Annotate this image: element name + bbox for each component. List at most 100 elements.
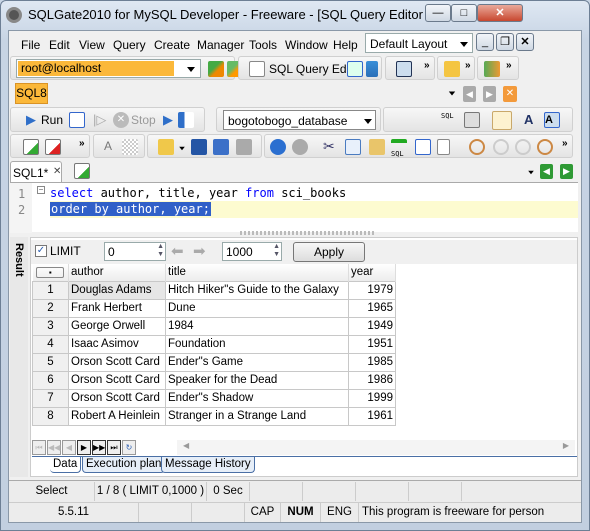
- cell-year[interactable]: 1986: [348, 370, 396, 390]
- limit-count-input[interactable]: 1000 ▲ ▼: [222, 242, 282, 261]
- table-row[interactable]: 8 Robert A Heinlein Stranger in a Strange …: [32, 406, 396, 426]
- prev-page-button[interactable]: ◀◀: [47, 440, 61, 455]
- paste-icon[interactable]: [369, 139, 385, 155]
- pattern-icon[interactable]: [122, 139, 138, 155]
- insert-sql-icon[interactable]: SQL: [391, 139, 407, 158]
- overflow-icon[interactable]: »: [424, 60, 430, 71]
- copy-icon[interactable]: [345, 139, 361, 155]
- table-row[interactable]: 6 Orson Scott Card Speaker for the Dead 198…: [32, 370, 396, 390]
- find-icon[interactable]: [469, 139, 485, 155]
- mdi-close-button[interactable]: ✕: [516, 33, 534, 51]
- redo-icon[interactable]: [292, 139, 308, 155]
- cell-year[interactable]: 1951: [348, 334, 396, 354]
- chevron-down-icon[interactable]: [179, 146, 185, 151]
- cell-author[interactable]: Orson Scott Card: [68, 352, 166, 372]
- arrow-right-icon[interactable]: ➡: [193, 242, 206, 260]
- table-row[interactable]: 5 Orson Scott Card Ender"s Game 1985: [32, 352, 396, 372]
- cell-title[interactable]: Dune: [165, 298, 349, 318]
- arrow-left-icon[interactable]: ⬅: [171, 242, 184, 260]
- overflow-icon[interactable]: »: [506, 60, 512, 71]
- cell-author[interactable]: George Orwell: [68, 316, 166, 336]
- table-row[interactable]: 3 George Orwell 1984 1949: [32, 316, 396, 336]
- cut-icon[interactable]: ✂: [323, 138, 335, 155]
- cell-year[interactable]: 1949: [348, 316, 396, 336]
- menu-manager[interactable]: Manager: [197, 38, 244, 52]
- refresh-button[interactable]: ↻: [122, 440, 136, 455]
- next-record-button[interactable]: ▶: [77, 440, 91, 455]
- last-record-button[interactable]: ⏭: [107, 440, 121, 455]
- sql-format-icon[interactable]: SQL: [441, 112, 457, 128]
- database-select[interactable]: bogotobogo_database: [223, 110, 376, 130]
- cell-year[interactable]: 1985: [348, 352, 396, 372]
- users-icon[interactable]: [484, 61, 500, 77]
- fold-icon[interactable]: −: [37, 186, 45, 194]
- stop-button[interactable]: Stop: [131, 113, 156, 127]
- menu-file[interactable]: File: [21, 38, 40, 52]
- cell-author[interactable]: Robert A Heinlein: [68, 406, 166, 426]
- close-icon[interactable]: ✕: [53, 166, 61, 177]
- cell-author[interactable]: Frank Herbert: [68, 298, 166, 318]
- layout-select[interactable]: Default Layout: [365, 33, 473, 53]
- next-page-button[interactable]: ▶▶: [92, 440, 106, 455]
- open-folder-icon[interactable]: [158, 139, 174, 155]
- run-current-icon[interactable]: [69, 112, 85, 128]
- cell-year[interactable]: 1979: [348, 280, 396, 300]
- cell-author[interactable]: Orson Scott Card: [68, 370, 166, 390]
- overflow-icon[interactable]: »: [79, 138, 85, 149]
- close-button[interactable]: ✕: [477, 4, 523, 22]
- select-all-corner[interactable]: ▪: [32, 264, 69, 281]
- save-as-icon[interactable]: [213, 139, 229, 155]
- result-side-tab[interactable]: Result: [10, 237, 28, 477]
- maximize-button[interactable]: □: [451, 4, 477, 22]
- spinner-icon[interactable]: ▲ ▼: [157, 243, 164, 259]
- tab-prev-button[interactable]: ◀: [463, 86, 476, 102]
- cell-year[interactable]: 1961: [348, 406, 396, 426]
- explain-icon[interactable]: [178, 112, 194, 128]
- menu-create[interactable]: Create: [154, 38, 190, 52]
- table-row[interactable]: 2 Frank Herbert Dune 1965: [32, 298, 396, 318]
- menu-help[interactable]: Help: [333, 38, 358, 52]
- table-row[interactable]: 7 Orson Scott Card Ender"s Shadow 1999: [32, 388, 396, 408]
- splitter-handle[interactable]: [240, 231, 375, 235]
- menu-view[interactable]: View: [79, 38, 105, 52]
- prev-tab-button[interactable]: ◀: [540, 164, 553, 179]
- menu-query[interactable]: Query: [113, 38, 146, 52]
- cell-title[interactable]: 1984: [165, 316, 349, 336]
- find-next-icon[interactable]: [493, 139, 509, 155]
- cell-author[interactable]: Douglas Adams: [68, 280, 166, 300]
- menu-edit[interactable]: Edit: [49, 38, 70, 52]
- column-header-title[interactable]: title: [165, 264, 349, 281]
- add-tab-icon[interactable]: [74, 163, 90, 179]
- prev-record-button[interactable]: ◀: [62, 440, 76, 455]
- sql-script-icon[interactable]: [464, 112, 480, 128]
- run-button[interactable]: Run: [41, 113, 63, 127]
- apply-button[interactable]: Apply: [293, 242, 365, 262]
- tab-execution-plan[interactable]: Execution plan: [82, 457, 166, 473]
- cell-title[interactable]: Stranger in a Strange Land: [165, 406, 349, 426]
- find-all-icon[interactable]: [515, 139, 531, 155]
- select-all-icon[interactable]: [415, 139, 431, 155]
- sql-editor[interactable]: 1 2 − select author, title, year from sc…: [10, 182, 578, 233]
- table-row[interactable]: 4 Isaac Asimov Foundation 1951: [32, 334, 396, 354]
- font-icon[interactable]: A: [524, 112, 540, 128]
- replace-icon[interactable]: [537, 139, 553, 155]
- close-tab-icon[interactable]: [45, 139, 61, 155]
- tab-sql1[interactable]: SQL1* ✕: [10, 161, 62, 182]
- tab-message-history[interactable]: Message History: [161, 457, 255, 473]
- overflow-icon[interactable]: »: [465, 60, 471, 71]
- session-tab-sql8[interactable]: SQL8: [15, 83, 48, 104]
- cell-author[interactable]: Orson Scott Card: [68, 388, 166, 408]
- cell-title[interactable]: Speaker for the Dead: [165, 370, 349, 390]
- schema-icon[interactable]: [347, 61, 363, 77]
- cell-title[interactable]: Hitch Hiker"s Guide to the Galaxy: [165, 280, 349, 300]
- minimize-button[interactable]: —: [425, 4, 451, 22]
- next-tab-button[interactable]: ▶: [560, 164, 573, 179]
- menu-tools[interactable]: Tools: [249, 38, 277, 52]
- offset-input[interactable]: 0 ▲ ▼: [104, 242, 166, 261]
- connection-select[interactable]: root@localhost: [16, 59, 201, 78]
- font-color-icon[interactable]: A: [544, 112, 560, 128]
- first-record-button[interactable]: ⏮: [32, 440, 46, 455]
- table-row[interactable]: 1 Douglas Adams Hitch Hiker"s Guide to the…: [32, 280, 396, 300]
- spinner-icon[interactable]: ▲ ▼: [273, 243, 280, 259]
- column-header-year[interactable]: year: [348, 264, 396, 281]
